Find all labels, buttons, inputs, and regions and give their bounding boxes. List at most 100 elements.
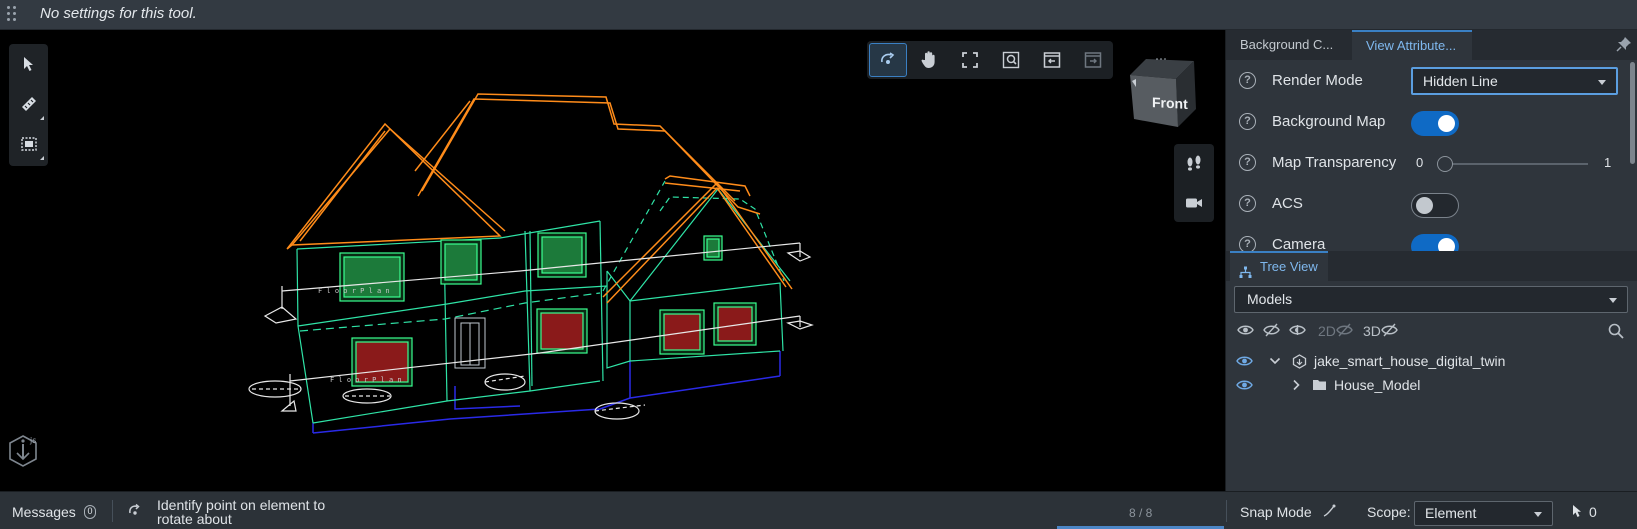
visibility-eye-icon[interactable] (1236, 354, 1253, 371)
render-mode-value: Hidden Line (1423, 73, 1498, 89)
view-attributes-list: ? Render Mode Hidden Line ? Background M… (1226, 60, 1630, 280)
acs-toggle[interactable] (1411, 193, 1459, 218)
hide-2d-icon[interactable] (1336, 323, 1353, 340)
window-area-button[interactable] (992, 43, 1030, 77)
scope-label: Scope: (1367, 504, 1411, 520)
chevron-right-icon[interactable] (1290, 378, 1302, 394)
map-transparency-label: Map Transparency (1272, 154, 1397, 171)
slider-min-label: 0 (1416, 155, 1424, 170)
hide-all-icon[interactable] (1263, 323, 1280, 340)
view-forward-button[interactable] (1074, 43, 1112, 77)
itwinjs-logo-icon: js (6, 433, 40, 469)
help-icon[interactable]: ? (1239, 72, 1256, 89)
scope-select[interactable]: Element (1414, 501, 1553, 526)
measure-tool-button[interactable] (9, 84, 48, 124)
selection-count: 0 (1589, 504, 1597, 520)
hand-icon (921, 51, 935, 68)
view-forward-icon (1084, 52, 1102, 68)
view-cube[interactable]: Front (1126, 51, 1206, 134)
pin-icon[interactable] (1616, 36, 1632, 55)
hierarchy-icon (1239, 261, 1252, 289)
help-icon[interactable]: ? (1239, 154, 1256, 171)
rotate-icon (127, 503, 143, 522)
help-icon[interactable]: ? (1239, 195, 1256, 212)
chevron-down-icon (1609, 298, 1617, 303)
tree-node-root[interactable]: jake_smart_house_digital_twin (1226, 350, 1630, 374)
svg-text:js: js (29, 436, 36, 445)
video-camera-icon (1186, 198, 1202, 207)
invert-visibility-icon[interactable] (1289, 323, 1306, 340)
tab-background-color[interactable]: Background C... (1226, 30, 1352, 60)
floor-plan-annotation: F l o o r P l a n (330, 376, 402, 384)
render-mode-label: Render Mode (1272, 72, 1363, 89)
view-mode-buttons (1174, 144, 1214, 222)
acs-row: ? ACS (1226, 185, 1630, 225)
tree-toolbar: 2D 3D (1226, 319, 1630, 347)
search-icon[interactable] (1608, 323, 1624, 342)
footprints-icon (1187, 155, 1201, 171)
chevron-down-icon[interactable] (1269, 354, 1281, 370)
scope-select-value: Element (1425, 505, 1477, 521)
map-transparency-slider-track[interactable] (1438, 163, 1588, 165)
model-icon (1292, 354, 1307, 372)
panel-tabs: Background C... View Attribute... (1226, 30, 1637, 60)
walk-mode-button[interactable] (1174, 144, 1214, 183)
frame-counter: 8 / 8 (1129, 506, 1153, 520)
help-icon[interactable]: ? (1239, 113, 1256, 130)
background-map-label: Background Map (1272, 113, 1386, 130)
cursor-arrow-icon (1572, 504, 1584, 521)
rotate-view-button[interactable] (869, 43, 907, 77)
acs-label: ACS (1272, 195, 1303, 212)
navigation-toolbar (867, 41, 1113, 79)
floor-plan-annotation: F l o o r P l a n (318, 287, 390, 295)
camera-mode-button[interactable] (1174, 183, 1214, 222)
tab-tree-view[interactable]: Tree View (1230, 251, 1328, 281)
toggle-2d-label: 2D (1318, 323, 1336, 339)
toggle-2d-button[interactable]: 2D (1318, 323, 1336, 339)
3d-viewport[interactable]: F l o o r P l a n F l o o r P l a n Fron… (0, 31, 1224, 491)
ruler-icon (21, 97, 36, 111)
fit-view-button[interactable] (951, 43, 989, 77)
status-bar: Messages 0 Identify point on element to … (0, 491, 1637, 529)
pan-view-button[interactable] (910, 43, 948, 77)
tool-settings-bar: No settings for this tool. (0, 0, 1637, 30)
models-select[interactable]: Models (1234, 286, 1628, 313)
zoom-window-icon (1002, 51, 1020, 69)
visibility-eye-icon[interactable] (1236, 378, 1253, 395)
house-model-drawing: F l o o r P l a n F l o o r P l a n (248, 93, 814, 434)
tab-view-attributes[interactable]: View Attribute... (1352, 30, 1472, 60)
folder-icon (1312, 378, 1327, 394)
messages-count-badge: 0 (84, 505, 96, 519)
fit-view-icon (962, 52, 978, 68)
toggle-3d-label: 3D (1363, 323, 1381, 339)
slider-max-label: 1 (1604, 155, 1612, 170)
tool-palette (9, 44, 48, 166)
rotate-icon (881, 52, 895, 64)
map-transparency-slider-thumb[interactable] (1437, 156, 1453, 172)
snap-icon[interactable] (1322, 504, 1336, 521)
tree-node-label: jake_smart_house_digital_twin (1314, 353, 1506, 369)
drag-grip-icon[interactable] (7, 6, 17, 24)
tree-node-house-model[interactable]: House_Model (1226, 374, 1630, 398)
divider (112, 500, 113, 522)
select-tool-button[interactable] (9, 44, 48, 84)
properties-scrollbar[interactable] (1630, 62, 1635, 164)
render-mode-select[interactable]: Hidden Line (1411, 67, 1618, 95)
section-tool-button[interactable] (9, 124, 48, 164)
toggle-3d-button[interactable]: 3D (1363, 323, 1381, 339)
toggle-view-button[interactable] (1033, 43, 1071, 77)
view-back-icon (1043, 52, 1061, 68)
hide-3d-icon[interactable] (1381, 323, 1398, 340)
snap-mode-button[interactable]: Snap Mode (1240, 504, 1312, 520)
background-map-row: ? Background Map (1226, 103, 1630, 143)
cursor-arrow-icon (23, 57, 33, 71)
chevron-down-icon (1534, 512, 1542, 517)
tree-view-tab-label: Tree View (1260, 259, 1318, 274)
show-all-icon[interactable] (1237, 323, 1254, 340)
chevron-down-icon (1598, 80, 1606, 85)
messages-button[interactable]: Messages (12, 504, 76, 520)
background-map-toggle[interactable] (1411, 111, 1459, 136)
view-cube-graphic (1130, 58, 1196, 127)
render-mode-row: ? Render Mode Hidden Line (1226, 62, 1630, 102)
tool-prompt: Identify point on element to rotate abou… (157, 497, 326, 527)
